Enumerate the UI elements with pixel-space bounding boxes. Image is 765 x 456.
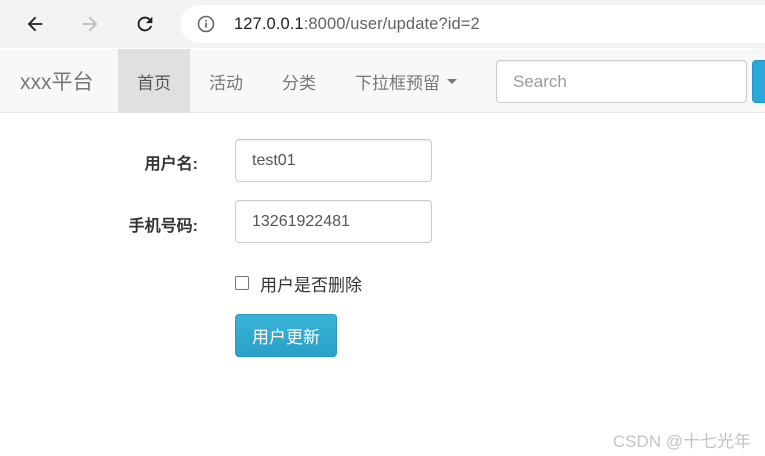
info-icon[interactable]	[196, 14, 216, 34]
url-text: 127.0.0.1:8000/user/update?id=2	[234, 15, 480, 34]
nav-item-dropdown[interactable]: 下拉框预留	[336, 49, 476, 113]
nav-item-activity[interactable]: 活动	[190, 49, 262, 113]
arrow-right-icon	[82, 16, 98, 32]
nav-item-home[interactable]: 首页	[118, 49, 190, 113]
nav-item-label: 分类	[282, 73, 316, 93]
nav-item-label: 下拉框预留	[355, 73, 440, 93]
username-input[interactable]	[235, 139, 432, 182]
nav-item-label: 首页	[137, 73, 171, 93]
update-user-button[interactable]: 用户更新	[235, 314, 337, 357]
navbar-brand[interactable]: xxx平台	[20, 49, 94, 113]
back-button[interactable]	[19, 8, 51, 40]
reload-button[interactable]	[129, 8, 161, 40]
navbar: xxx平台 首页 活动 分类 下拉框预留	[0, 49, 765, 113]
username-label: 用户名:	[144, 156, 198, 173]
deleted-checkbox-row[interactable]: 用户是否删除	[235, 271, 362, 295]
address-bar[interactable]: 127.0.0.1:8000/user/update?id=2	[180, 5, 765, 43]
nav-item-category[interactable]: 分类	[263, 49, 335, 113]
search-button[interactable]	[752, 60, 765, 103]
search-input[interactable]	[496, 60, 747, 103]
phone-label: 手机号码:	[128, 218, 198, 235]
arrow-left-icon	[27, 16, 43, 32]
watermark: CSDN @十七光年	[612, 432, 751, 451]
browser-toolbar: 127.0.0.1:8000/user/update?id=2	[0, 0, 765, 48]
deleted-checkbox-label: 用户是否删除	[260, 275, 362, 295]
forward-button[interactable]	[74, 8, 106, 40]
url-path: :8000/user/update?id=2	[303, 14, 480, 33]
nav-item-label: 活动	[209, 73, 243, 93]
deleted-checkbox[interactable]	[235, 276, 249, 290]
phone-input[interactable]	[235, 200, 432, 243]
reload-icon	[137, 16, 153, 32]
url-host: 127.0.0.1	[234, 14, 304, 33]
caret-down-icon	[447, 78, 457, 84]
